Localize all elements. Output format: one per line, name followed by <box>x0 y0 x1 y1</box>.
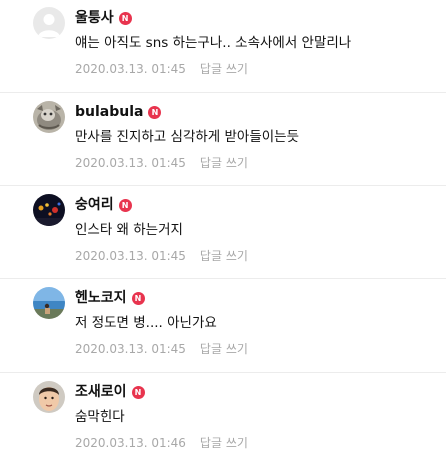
reply-button[interactable]: 답글 쓰기 <box>200 436 248 450</box>
comment-header: 헨노코지 N <box>75 289 145 307</box>
night-lights-avatar-icon <box>33 194 65 226</box>
comment-item: 숭여리 N 인스타 왜 하는거지 2020.03.13. 01:45 답글 쓰기 <box>0 186 446 279</box>
reply-button[interactable]: 답글 쓰기 <box>200 249 248 263</box>
naver-badge-icon: N <box>118 11 132 25</box>
beach-avatar-icon <box>33 287 65 319</box>
comment-item: 헨노코지 N 저 정도면 병.... 아닌가요 2020.03.13. 01:4… <box>0 279 446 373</box>
avatar[interactable] <box>33 101 65 133</box>
comment-meta: 2020.03.13. 01:45 답글 쓰기 <box>75 341 248 357</box>
comment-text: 인스타 왜 하는거지 <box>75 222 183 238</box>
reply-button[interactable]: 답글 쓰기 <box>200 156 248 170</box>
comment-meta: 2020.03.13. 01:45 답글 쓰기 <box>75 248 248 264</box>
avatar[interactable] <box>33 287 65 319</box>
comment-item: 울퉁사 N 얘는 아직도 sns 하는구나.. 소속사에서 안말리나 2020.… <box>0 0 446 93</box>
avatar[interactable] <box>33 194 65 226</box>
username[interactable]: 숭여리 <box>75 196 114 214</box>
comment-item: bulabula N 만사를 진지하고 심각하게 받아들이는듯 2020.03.… <box>0 93 446 186</box>
comment-text: 얘는 아직도 sns 하는구나.. 소속사에서 안말리나 <box>75 35 352 51</box>
comment-item: 조새로이 N 숨막힌다 2020.03.13. 01:46 답글 쓰기 <box>0 373 446 467</box>
naver-badge-icon: N <box>148 105 162 119</box>
comment-text: 저 정도면 병.... 아닌가요 <box>75 315 217 331</box>
default-avatar-icon <box>33 7 65 39</box>
comment-header: 울퉁사 N <box>75 9 132 27</box>
comment-header: 조새로이 N <box>75 383 145 401</box>
username[interactable]: 헨노코지 <box>75 289 127 307</box>
comment-header: 숭여리 N <box>75 196 132 214</box>
comment-text: 숨막힌다 <box>75 409 125 425</box>
comment-header: bulabula N <box>75 103 162 121</box>
username[interactable]: 조새로이 <box>75 383 127 401</box>
comment-meta: 2020.03.13. 01:46 답글 쓰기 <box>75 435 248 451</box>
avatar[interactable] <box>33 7 65 39</box>
naver-badge-icon: N <box>131 385 145 399</box>
comment-list: 울퉁사 N 얘는 아직도 sns 하는구나.. 소속사에서 안말리나 2020.… <box>0 0 446 467</box>
reply-button[interactable]: 답글 쓰기 <box>200 342 248 356</box>
comment-text: 만사를 진지하고 심각하게 받아들이는듯 <box>75 129 300 145</box>
reply-button[interactable]: 답글 쓰기 <box>200 62 248 76</box>
comment-timestamp: 2020.03.13. 01:45 <box>75 62 186 76</box>
avatar[interactable] <box>33 381 65 413</box>
comment-timestamp: 2020.03.13. 01:45 <box>75 249 186 263</box>
cat-avatar-icon <box>33 101 65 133</box>
comment-meta: 2020.03.13. 01:45 답글 쓰기 <box>75 61 248 77</box>
comment-timestamp: 2020.03.13. 01:45 <box>75 342 186 356</box>
naver-badge-icon: N <box>131 291 145 305</box>
face-avatar-icon <box>33 381 65 413</box>
naver-badge-icon: N <box>118 198 132 212</box>
comment-timestamp: 2020.03.13. 01:45 <box>75 156 186 170</box>
comment-meta: 2020.03.13. 01:45 답글 쓰기 <box>75 155 248 171</box>
username[interactable]: bulabula <box>75 103 143 121</box>
username[interactable]: 울퉁사 <box>75 9 114 27</box>
comment-timestamp: 2020.03.13. 01:46 <box>75 436 186 450</box>
